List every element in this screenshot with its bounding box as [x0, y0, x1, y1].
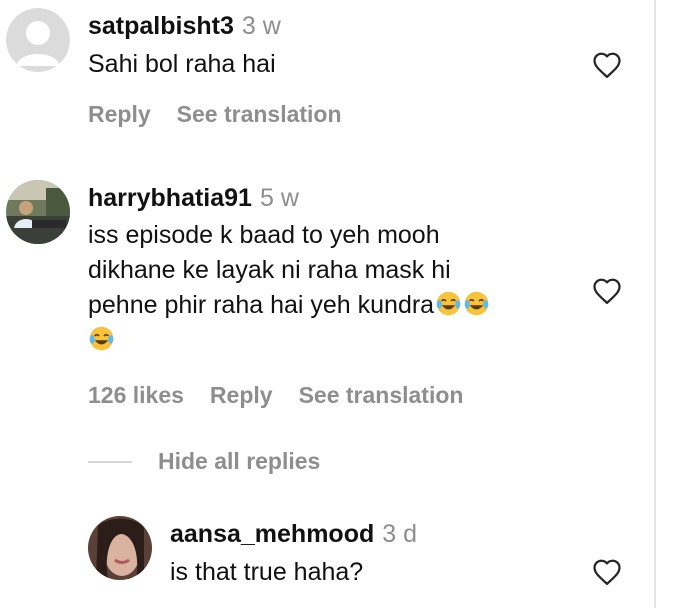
comment-text: iss episode k baad to yeh mooh dikhane k… [88, 218, 568, 358]
comment-username[interactable]: satpalbisht3 [88, 12, 234, 40]
heart-icon[interactable] [592, 558, 622, 586]
laughing-emoji-icon [89, 326, 114, 351]
comment-timestamp[interactable]: 3 d [382, 520, 417, 548]
comment-text-fragment: pehne phir raha hai yeh kundra [88, 291, 435, 319]
comment-actions: Reply See translation [88, 101, 342, 128]
reply-button[interactable]: Reply [88, 101, 151, 128]
heart-icon[interactable] [592, 51, 622, 79]
heart-icon[interactable] [592, 277, 622, 305]
laughing-emoji-icon [464, 291, 489, 316]
see-translation-button[interactable]: See translation [177, 101, 342, 128]
reply-button[interactable]: Reply [210, 382, 273, 409]
laughing-emoji-icon [436, 291, 461, 316]
avatar[interactable] [6, 8, 70, 72]
comment-timestamp[interactable]: 5 w [260, 184, 299, 212]
comment-text-line: pehne phir raha hai yeh kundra [88, 288, 568, 323]
comment-actions: 126 likes Reply See translation [88, 382, 463, 409]
comment-timestamp[interactable]: 3 w [242, 12, 281, 40]
profile-photo-icon [6, 180, 70, 244]
default-avatar-icon [6, 8, 70, 72]
comment-username[interactable]: harrybhatia91 [88, 184, 252, 212]
avatar[interactable] [88, 516, 152, 580]
comment-text-line [88, 323, 568, 358]
avatar[interactable] [6, 180, 70, 244]
hide-replies-button[interactable]: Hide all replies [88, 448, 320, 475]
comment-text: Sahi bol raha hai [88, 50, 276, 78]
scroll-divider [654, 0, 656, 608]
profile-photo-icon [88, 516, 152, 580]
comment-text: is that true haha? [170, 558, 364, 586]
see-translation-button[interactable]: See translation [299, 382, 464, 409]
comment-username[interactable]: aansa_mehmood [170, 520, 374, 548]
comment-text-line: iss episode k baad to yeh mooh [88, 221, 440, 249]
replies-divider-line [88, 460, 132, 463]
hide-replies-label: Hide all replies [158, 448, 321, 474]
likes-count[interactable]: 126 likes [88, 382, 184, 409]
comment-text-line: dikhane ke layak ni raha mask hi [88, 256, 451, 284]
